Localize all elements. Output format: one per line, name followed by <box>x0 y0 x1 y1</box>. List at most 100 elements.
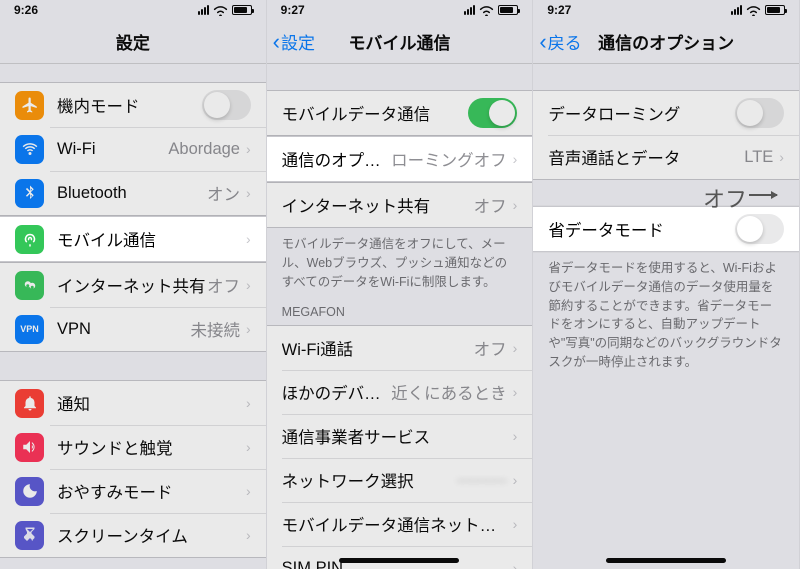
home-indicator[interactable] <box>606 558 726 563</box>
chevron-right-icon: › <box>513 151 518 167</box>
dnd-cell[interactable]: おやすみモード › <box>0 469 266 513</box>
chevron-right-icon: › <box>246 231 251 247</box>
voice-data-cell[interactable]: 音声通話とデータ LTE › <box>533 135 799 179</box>
hotspot-cell[interactable]: インターネット共有 オフ › <box>267 183 533 227</box>
cell-value: Abordage <box>168 140 240 159</box>
back-button[interactable]: ‹戻る <box>539 29 581 54</box>
bell-icon <box>15 389 44 418</box>
bluetooth-icon <box>15 179 44 208</box>
cell-value: 未接続 <box>190 317 240 341</box>
cell-label: データローミング <box>548 101 735 125</box>
roaming-toggle[interactable] <box>735 98 784 128</box>
cell-label: Wi-Fi <box>57 140 168 159</box>
low-data-toggle[interactable] <box>735 214 784 244</box>
chevron-left-icon: ‹ <box>539 31 546 53</box>
hourglass-icon <box>15 521 44 550</box>
cell-value: ——— <box>457 471 507 490</box>
cell-value: 近くにあるとき <box>391 380 507 404</box>
battery-icon <box>232 5 252 15</box>
low-data-mode-cell[interactable]: 省データモード <box>533 207 799 251</box>
back-button[interactable]: ‹設定 <box>273 29 315 54</box>
cell-value: オン <box>207 181 240 205</box>
vpn-cell[interactable]: VPN VPN 未接続 › <box>0 307 266 351</box>
bluetooth-cell[interactable]: Bluetooth オン › <box>0 171 266 215</box>
cell-label: 通信のオプション <box>282 147 391 171</box>
chevron-right-icon: › <box>779 149 784 165</box>
cell-label: ほかのデバイスでの通話 <box>282 380 391 404</box>
other-devices-cell[interactable]: ほかのデバイスでの通話 近くにあるとき › <box>267 370 533 414</box>
options-pane: 9:27 ‹戻る 通信のオプション データローミング 音声通話とデータ LTE … <box>533 0 800 569</box>
wifi-settings-icon <box>15 135 44 164</box>
annotation-arrow <box>749 194 777 196</box>
chevron-right-icon: › <box>246 439 251 455</box>
cell-label: インターネット共有 <box>57 273 207 297</box>
cell-label: インターネット共有 <box>282 193 474 217</box>
wifi-calling-cell[interactable]: Wi-Fi通話 オフ › <box>267 326 533 370</box>
screentime-cell[interactable]: スクリーンタイム › <box>0 513 266 557</box>
cellular-list[interactable]: モバイルデータ通信 通信のオプション ローミングオフ › インターネット共有 オ… <box>267 64 533 569</box>
battery-icon <box>498 5 518 15</box>
chevron-right-icon: › <box>513 516 518 532</box>
cell-value: オフ <box>474 336 507 360</box>
home-indicator[interactable] <box>339 558 459 563</box>
chevron-right-icon: › <box>246 277 251 293</box>
vpn-icon: VPN <box>15 315 44 344</box>
clock: 9:27 <box>547 3 571 17</box>
status-bar: 9:27 <box>533 0 799 20</box>
chevron-right-icon: › <box>246 483 251 499</box>
mobile-data-cell[interactable]: モバイルデータ通信 <box>267 91 533 135</box>
cellular-options-cell[interactable]: 通信のオプション ローミングオフ › <box>267 137 533 181</box>
options-list[interactable]: データローミング 音声通話とデータ LTE › 省データモード 省データモードを… <box>533 64 799 569</box>
page-title: 設定 <box>116 29 150 54</box>
cell-value: ローミングオフ <box>391 147 507 171</box>
mobile-data-toggle[interactable] <box>468 98 517 128</box>
cell-value: オフ <box>207 273 240 297</box>
notifications-cell[interactable]: 通知 › <box>0 381 266 425</box>
clock: 9:26 <box>14 3 38 17</box>
chevron-right-icon: › <box>513 560 518 569</box>
chevron-right-icon: › <box>246 321 251 337</box>
cell-label: おやすみモード <box>57 479 246 503</box>
data-roaming-cell[interactable]: データローミング <box>533 91 799 135</box>
signal-icon <box>198 5 209 15</box>
cellular-cell[interactable]: モバイル通信 › <box>0 217 266 261</box>
cell-value: オフ <box>474 193 507 217</box>
hotspot-cell[interactable]: インターネット共有 オフ › <box>0 263 266 307</box>
nav-bar: ‹戻る 通信のオプション <box>533 20 799 64</box>
wifi-icon <box>213 5 228 16</box>
footer-text: 省データモードを使用すると、Wi-Fiおよびモバイルデータ通信のデータ使用量を節… <box>533 252 799 380</box>
cell-label: スクリーンタイム <box>57 523 246 547</box>
airplane-icon <box>15 91 44 120</box>
chevron-right-icon: › <box>513 197 518 213</box>
chevron-left-icon: ‹ <box>273 31 280 53</box>
signal-icon <box>464 5 475 15</box>
settings-pane: 9:26 設定 機内モード Wi-Fi <box>0 0 267 569</box>
cell-label: Bluetooth <box>57 184 207 203</box>
airplane-mode-cell[interactable]: 機内モード <box>0 83 266 127</box>
data-network-cell[interactable]: モバイルデータ通信ネットワーク › <box>267 502 533 546</box>
carrier-services-cell[interactable]: 通信事業者サービス › <box>267 414 533 458</box>
footer-text: モバイルデータ通信をオフにして、メール、Webブラウズ、プッシュ通知などのすべて… <box>267 228 533 299</box>
wifi-cell[interactable]: Wi-Fi Abordage › <box>0 127 266 171</box>
cell-label: モバイルデータ通信 <box>282 101 469 125</box>
chevron-right-icon: › <box>246 527 251 543</box>
cell-label: モバイル通信 <box>57 227 246 251</box>
status-bar: 9:26 <box>0 0 266 20</box>
section-header: MEGAFON <box>267 299 533 325</box>
battery-icon <box>765 5 785 15</box>
annotation-label: オフ <box>703 182 747 214</box>
cell-label: 機内モード <box>57 93 202 117</box>
network-select-cell[interactable]: ネットワーク選択 ——— › <box>267 458 533 502</box>
settings-list[interactable]: 機内モード Wi-Fi Abordage › Bluetooth オン › <box>0 64 266 569</box>
cell-label: サウンドと触覚 <box>57 435 246 459</box>
cellular-pane: 9:27 ‹設定 モバイル通信 モバイルデータ通信 通信のオプション ローミング… <box>267 0 534 569</box>
cell-label: 通信事業者サービス <box>282 424 513 448</box>
chevron-right-icon: › <box>246 395 251 411</box>
antenna-icon <box>15 225 44 254</box>
page-title: モバイル通信 <box>348 29 450 54</box>
cell-label: モバイルデータ通信ネットワーク <box>282 512 513 536</box>
airplane-toggle[interactable] <box>202 90 251 120</box>
sounds-cell[interactable]: サウンドと触覚 › <box>0 425 266 469</box>
hotspot-icon <box>15 271 44 300</box>
cell-label: VPN <box>57 320 190 339</box>
